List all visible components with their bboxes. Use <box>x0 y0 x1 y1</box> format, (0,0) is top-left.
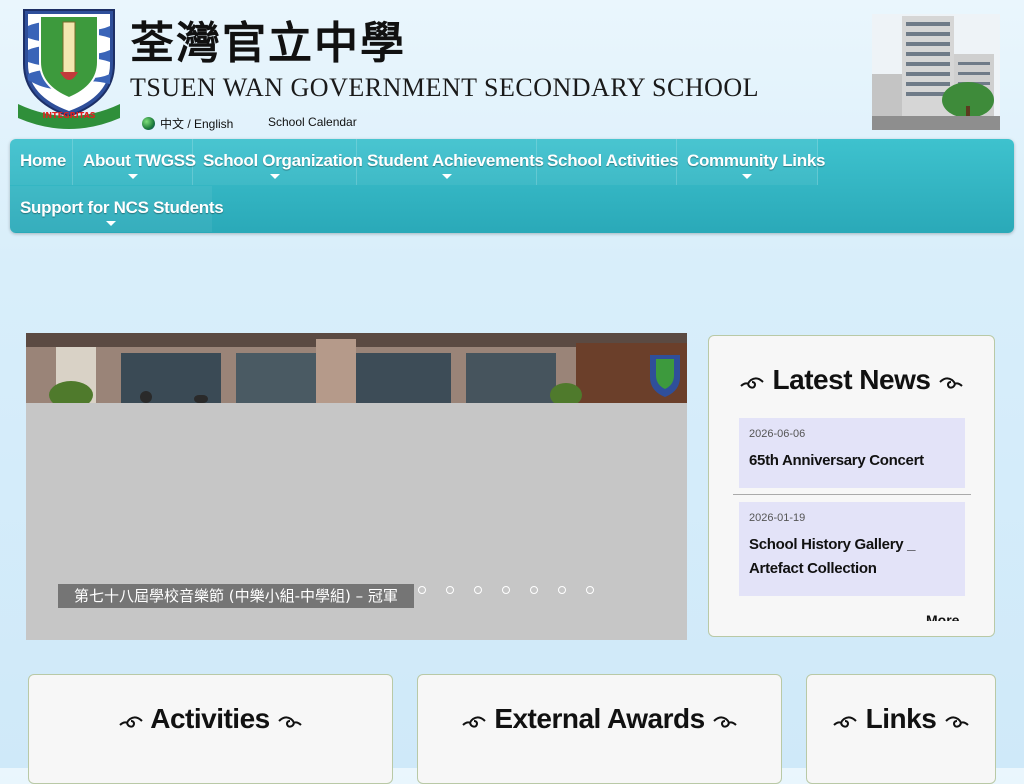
slider-photo <box>26 333 687 403</box>
nav-item-community-links[interactable]: Community Links <box>677 139 825 185</box>
nav-item-about[interactable]: About TWGSS <box>73 139 196 185</box>
school-name-chinese: 荃灣官立中學 <box>130 18 406 69</box>
activities-heading: Activities <box>29 703 392 735</box>
swirl-ornament-right-icon <box>939 377 963 389</box>
nav-item-achievements[interactable]: Student Achievements <box>357 139 544 185</box>
nav-item-home[interactable]: Home <box>10 139 73 185</box>
school-calendar-link[interactable]: School Calendar <box>268 115 357 129</box>
swirl-ornament-right-icon <box>944 716 969 728</box>
news-more-link[interactable]: More <box>926 612 959 621</box>
latest-news-title: Latest News <box>772 364 931 395</box>
nav-item-ncs-support-label: Support for NCS Students <box>20 198 224 217</box>
main-navigation: Home About TWGSS School Organization Stu… <box>10 139 1014 233</box>
slider-dot[interactable] <box>558 586 566 594</box>
external-awards-heading: External Awards <box>418 703 781 735</box>
news-divider <box>733 494 971 495</box>
nav-item-organization-label: School Organization <box>203 151 363 170</box>
activities-title: Activities <box>150 703 270 734</box>
slider-dot[interactable] <box>502 586 510 594</box>
slider-dot[interactable] <box>474 586 482 594</box>
swirl-ornament-left-icon <box>462 716 486 728</box>
swirl-ornament-left-icon <box>119 716 143 728</box>
chevron-down-icon <box>106 221 116 226</box>
chevron-down-icon <box>441 174 452 179</box>
news-title: School History Gallery _ Artefact Collec… <box>749 536 916 577</box>
globe-icon <box>142 117 155 130</box>
language-switch-link[interactable]: 中文 / English <box>142 115 233 132</box>
nav-item-about-label: About TWGSS <box>83 151 196 170</box>
svg-text:INTEGRITAS: INTEGRITAS <box>42 111 95 120</box>
slider-pagination <box>418 586 594 594</box>
school-building-image <box>872 14 1000 130</box>
nav-item-achievements-label: Student Achievements <box>367 151 544 170</box>
slider-dot[interactable] <box>530 586 538 594</box>
slider-dot[interactable] <box>446 586 454 594</box>
latest-news-heading: Latest News <box>709 364 994 396</box>
news-item[interactable]: 2026-06-06 65th Anniversary Concert <box>739 418 965 488</box>
chevron-down-icon <box>127 174 138 179</box>
swirl-ornament-right-icon <box>278 716 302 728</box>
nav-item-community-links-label: Community Links <box>687 151 826 170</box>
chevron-down-icon <box>269 174 280 179</box>
nav-item-organization[interactable]: School Organization <box>193 139 363 185</box>
nav-item-activities[interactable]: School Activities <box>537 139 679 185</box>
slider-dot[interactable] <box>418 586 426 594</box>
chevron-down-icon <box>742 174 752 179</box>
news-date: 2026-06-06 <box>749 428 806 440</box>
external-awards-title: External Awards <box>494 703 705 734</box>
news-item[interactable]: 2026-01-19 School History Gallery _ Arte… <box>739 502 965 596</box>
news-title: 65th Anniversary Concert <box>749 452 924 469</box>
latest-news-panel: Latest News 2026-06-06 65th Anniversary … <box>708 335 995 637</box>
school-crest-logo[interactable]: INTEGRITAS <box>16 8 122 132</box>
school-name-english: TSUEN WAN GOVERNMENT SECONDARY SCHOOL <box>130 73 760 102</box>
links-heading: Links <box>807 703 995 735</box>
swirl-ornament-left-icon <box>740 377 764 389</box>
links-title: Links <box>865 703 937 734</box>
image-slider[interactable]: 第七十八屆學校音樂節 (中樂小組-中學組) – 冠軍 <box>26 333 687 640</box>
slider-dot[interactable] <box>586 586 594 594</box>
news-date: 2026-01-19 <box>749 512 806 524</box>
swirl-ornament-left-icon <box>833 716 858 728</box>
language-switch-label: 中文 / English <box>160 117 234 131</box>
swirl-ornament-right-icon <box>713 716 737 728</box>
nav-item-ncs-support[interactable]: Support for NCS Students <box>10 186 224 232</box>
slider-caption: 第七十八屆學校音樂節 (中樂小組-中學組) – 冠軍 <box>58 584 414 608</box>
